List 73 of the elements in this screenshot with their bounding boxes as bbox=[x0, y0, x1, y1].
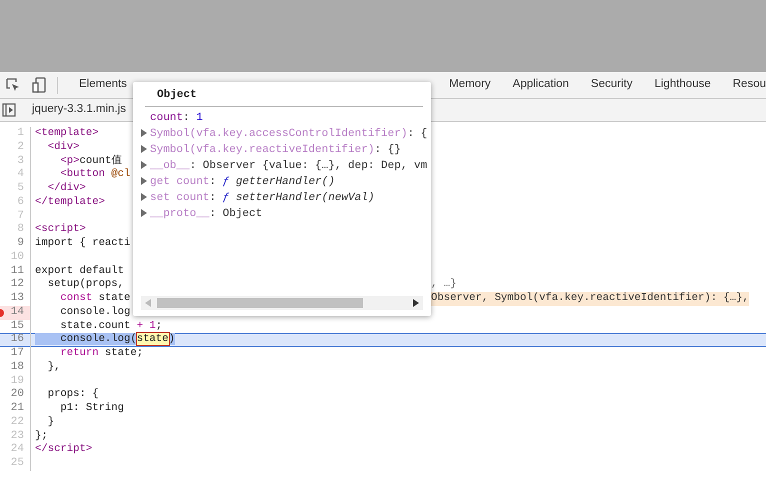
line-number: 21 bbox=[10, 402, 24, 414]
code-line: return state; bbox=[59, 347, 144, 359]
panel-tab[interactable]: Memory bbox=[438, 72, 502, 98]
code-line: }; bbox=[35, 430, 48, 442]
file-tab[interactable]: jquery-3.3.1.min.js bbox=[28, 99, 130, 121]
property-row[interactable]: __ob__: Observer {value: {…}, dep: Dep, vm bbox=[150, 158, 428, 174]
line-number: 12 bbox=[10, 278, 24, 290]
line-number: 15 bbox=[10, 320, 24, 332]
code-line: import { reacti bbox=[35, 237, 130, 249]
popover-title: Object bbox=[145, 82, 423, 106]
line-number: 17 bbox=[10, 347, 24, 359]
property-row[interactable]: count: 1 bbox=[150, 110, 203, 126]
line-number: 6 bbox=[17, 196, 24, 208]
code-line: } bbox=[46, 416, 54, 428]
line-number: 7 bbox=[17, 210, 24, 222]
line-number: 11 bbox=[10, 264, 24, 276]
code-line: state.count + 1; bbox=[59, 320, 162, 332]
line-number: 25 bbox=[10, 457, 24, 469]
line-number: 24 bbox=[10, 443, 24, 456]
line-number: 2 bbox=[17, 140, 24, 153]
code-line: export default bbox=[35, 264, 124, 276]
inline-value: , …} bbox=[431, 278, 456, 292]
code-line: const state bbox=[59, 292, 130, 304]
expand-arrow-icon[interactable] bbox=[141, 128, 147, 137]
line-number: 9 bbox=[17, 237, 24, 249]
code-line: </script> bbox=[35, 443, 92, 456]
line-number: 4 bbox=[17, 168, 24, 180]
line-number: 19 bbox=[10, 374, 24, 386]
panel-tab[interactable]: Resou bbox=[722, 72, 766, 98]
code-line: </div> bbox=[46, 182, 86, 194]
line-number: 10 bbox=[10, 250, 24, 263]
line-number: 3 bbox=[17, 154, 24, 166]
panel-tab[interactable]: Lighthouse bbox=[643, 72, 722, 98]
line-number: 23 bbox=[10, 430, 24, 442]
expand-arrow-icon[interactable] bbox=[141, 176, 147, 185]
code-line: p1: String bbox=[59, 402, 124, 414]
property-row[interactable]: Symbol(vfa.key.accessControlIdentifier): { bbox=[150, 126, 428, 142]
horizontal-scrollbar[interactable] bbox=[141, 296, 423, 310]
code-line: <button @cl bbox=[59, 168, 130, 180]
code-line: }, bbox=[46, 360, 60, 373]
expand-arrow-icon[interactable] bbox=[141, 160, 147, 169]
line-number: 13 bbox=[10, 292, 24, 304]
scroll-right-icon[interactable] bbox=[413, 299, 419, 307]
expand-arrow-icon[interactable] bbox=[141, 144, 147, 153]
panel-tab[interactable]: Security bbox=[580, 72, 644, 98]
line-number: 5 bbox=[17, 182, 24, 194]
panel-tab[interactable]: Elements bbox=[68, 72, 138, 98]
code-line: <div> bbox=[46, 140, 80, 153]
line-number: 20 bbox=[10, 388, 24, 400]
device-icon[interactable] bbox=[32, 77, 46, 93]
code-line: </template> bbox=[35, 196, 105, 208]
line-number: 16 bbox=[10, 333, 24, 346]
expand-arrow-icon[interactable] bbox=[141, 192, 147, 201]
panel-toggle-icon[interactable] bbox=[2, 103, 16, 117]
line-number: 22 bbox=[10, 416, 24, 428]
code-line: <script> bbox=[35, 223, 86, 236]
inline-value: Observer, Symbol(vfa.key.reactiveIdentifier): {…}, bbox=[431, 292, 749, 306]
line-number: 18 bbox=[10, 360, 24, 373]
code-line: <p>count值 bbox=[59, 154, 122, 166]
expand-arrow-icon[interactable] bbox=[141, 208, 147, 217]
line-number: 1 bbox=[17, 127, 24, 139]
property-row[interactable]: __proto__: Object bbox=[150, 206, 262, 222]
line-number: 14 bbox=[10, 306, 24, 318]
code-line: props: { bbox=[46, 388, 99, 400]
inspect-icon[interactable] bbox=[5, 77, 21, 93]
property-row[interactable]: get count: ƒ getterHandler() bbox=[150, 174, 335, 190]
code-line: console.log bbox=[59, 306, 130, 318]
property-row[interactable]: Symbol(vfa.key.reactiveIdentifier): {} bbox=[150, 142, 401, 158]
code-line: <template> bbox=[35, 127, 99, 139]
property-row[interactable]: set count: ƒ setterHandler(newVal) bbox=[150, 190, 374, 206]
code-line: setup(props, bbox=[46, 278, 124, 290]
panel-tab[interactable]: Application bbox=[502, 72, 580, 98]
line-number: 8 bbox=[17, 223, 24, 236]
